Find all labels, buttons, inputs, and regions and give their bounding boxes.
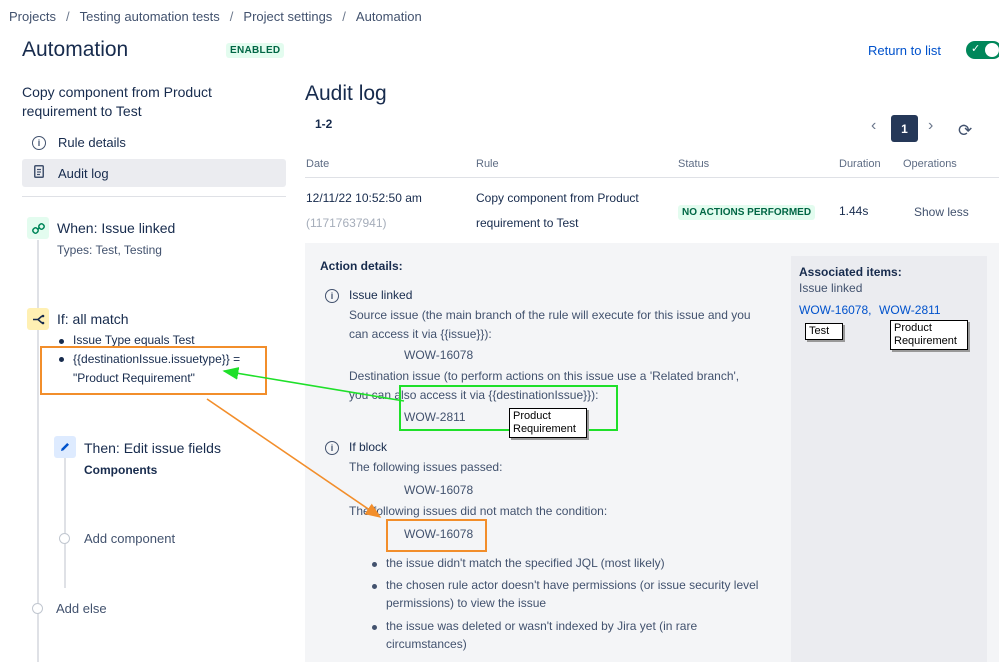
associated-issue-link[interactable]: WOW-16078, [799,303,871,317]
menu-item-label: Audit log [58,165,109,181]
rule-name: Copy component from Product requirement … [22,84,212,119]
breadcrumb-project[interactable]: Testing automation tests [80,9,220,24]
source-issue-key: WOW-16078 [404,348,474,362]
source-issue-text-continued: can access it via {{issue}}): [349,327,492,341]
column-header-duration: Duration [839,158,881,170]
column-header-date: Date [306,158,330,170]
breadcrumb-automation[interactable]: Automation [356,9,422,24]
link-icon [27,217,49,239]
trigger-detail: Types: Test, Testing [57,243,162,257]
divider [22,196,286,197]
add-else-dot [32,603,43,614]
destination-issue-text: Destination issue (to perform actions on… [349,369,740,383]
row-rule-name: Copy component from Product [476,191,639,205]
toggle-knob [985,43,999,57]
audit-log-title: Audit log [305,82,387,105]
add-component-dot [59,533,70,544]
breadcrumb-separator: / [65,9,70,24]
passed-label: The following issues passed: [349,460,503,474]
rule-enabled-toggle[interactable]: ✓ [966,41,999,59]
chevron-right-icon[interactable]: › [928,117,933,135]
show-less-button[interactable]: Show less [914,205,969,219]
add-component-button[interactable]: Add component [84,531,175,546]
reason-item-continued: circumstances) [386,637,467,651]
annotation-test: Test [805,323,843,340]
bullet [372,562,377,567]
associated-items-heading: Associated items: [799,265,902,279]
trigger-title[interactable]: When: Issue linked [57,220,175,236]
return-to-list-link[interactable]: Return to list [868,43,941,58]
page-button-current[interactable]: 1 [891,115,918,142]
associated-issue-link[interactable]: WOW-2811 [879,303,941,317]
reason-item: the issue was deleted or wasn't indexed … [386,619,698,633]
issue-linked-title: Issue linked [349,288,413,302]
highlight-condition [40,346,267,395]
column-header-operations: Operations [903,158,957,170]
table-divider [305,177,999,178]
breadcrumb: Projects / Testing automation tests / Projec… [9,9,422,24]
menu-item-label: Rule details [58,134,126,150]
row-rule-name-continued: requirement to Test [476,216,579,230]
status-badge: NO ACTIONS PERFORMED [678,205,816,220]
source-issue-text: Source issue (the main branch of the rul… [349,308,751,322]
breadcrumb-projects[interactable]: Projects [9,9,56,24]
menu-item-rule-details[interactable]: i Rule details [22,128,286,156]
document-icon [30,165,48,181]
condition-title[interactable]: If: all match [57,311,129,327]
annotation-product-requirement: Product Requirement [890,320,968,350]
bullet [372,625,377,630]
bullet [372,584,377,589]
passed-issue-key: WOW-16078 [404,483,474,497]
flow-line [37,240,39,312]
refresh-icon[interactable]: ⟳ [958,121,972,141]
row-date: 12/11/22 10:52:50 am [306,191,422,205]
breadcrumb-project-settings[interactable]: Project settings [243,9,332,24]
reason-item: the issue didn't match the specified JQL… [386,556,665,570]
action-title[interactable]: Then: Edit issue fields [84,440,221,456]
condition-item: Issue Type equals Test [73,333,195,347]
action-details-heading: Action details: [320,259,403,273]
if-block-title: If block [349,440,388,454]
chevron-left-icon[interactable]: ‹ [871,117,876,135]
pencil-icon [54,436,76,458]
breadcrumb-separator: / [229,9,234,24]
result-range: 1-2 [315,117,333,131]
reason-item-continued: permissions) to view the issue [386,596,547,610]
info-icon: i [30,135,48,150]
row-duration: 1.44s [839,204,869,218]
annotation-product-requirement-green: Product Requirement [509,408,587,438]
row-execution-id: (11717637941) [306,216,387,230]
column-header-status: Status [678,158,710,170]
add-else-button[interactable]: Add else [56,601,107,616]
associated-items-sub: Issue linked [799,281,863,295]
enabled-badge: ENABLED [226,43,285,58]
action-detail: Components [84,463,158,477]
failed-label: The following issues did not match the c… [349,504,608,518]
info-icon: i [325,441,339,455]
column-header-rule: Rule [476,158,499,170]
breadcrumb-separator: / [342,9,346,24]
flow-line-nested [64,458,66,588]
menu-item-audit-log[interactable]: Audit log [22,159,286,187]
highlight-failed-issue [386,519,487,552]
branch-icon [27,308,49,330]
bullet [59,339,64,344]
info-icon: i [325,289,339,303]
page-title: Automation [22,38,129,61]
check-icon: ✓ [971,43,981,55]
reason-item: the chosen rule actor doesn't have permi… [386,578,759,592]
